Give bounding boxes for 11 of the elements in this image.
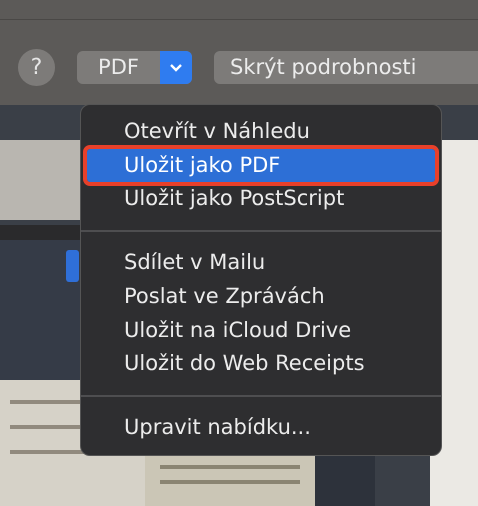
menu-item[interactable]: Upravit nabídku...	[87, 411, 435, 445]
menu-item[interactable]: Uložit do Web Receipts	[87, 347, 435, 381]
menu-item[interactable]: Uložit jako PostScript	[87, 182, 435, 216]
details-button[interactable]: Skrýt podrobnosti	[214, 51, 478, 84]
chevron-icon	[160, 51, 192, 84]
format-button[interactable]: PDF	[77, 51, 192, 84]
menu-item[interactable]: Uložit na iCloud Drive	[87, 314, 435, 348]
menu-item[interactable]: Uložit jako PDF	[87, 148, 435, 182]
menu-item[interactable]: Poslat ve Zprávách	[87, 280, 435, 314]
menu-item[interactable]: Otevřít v Náhledu	[87, 115, 435, 149]
menu-item[interactable]: Sdílet v Mailu	[87, 246, 435, 280]
